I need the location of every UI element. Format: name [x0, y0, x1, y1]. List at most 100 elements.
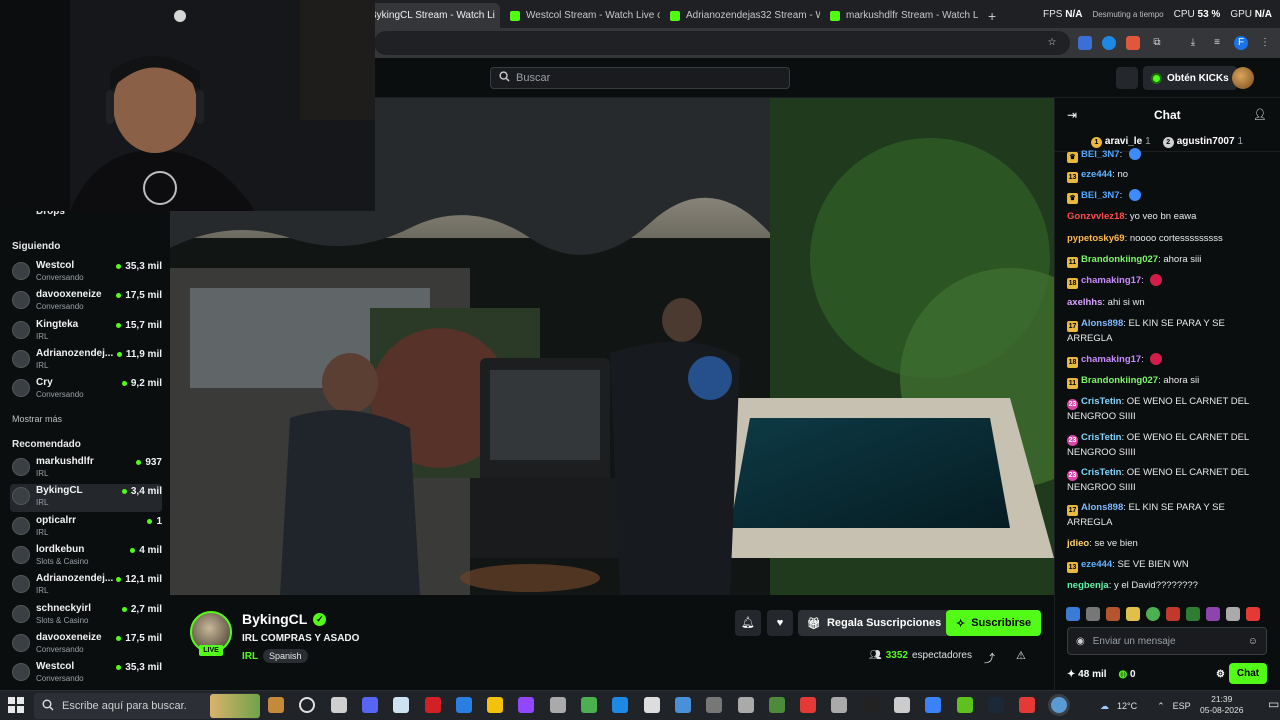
chat-username[interactable]: Brandonkiing027: [1081, 254, 1158, 265]
sidebar-channel-item[interactable]: davooxeneize Conversando 17,5 mil: [10, 631, 162, 659]
app-icon[interactable]: [768, 697, 785, 713]
chat-username[interactable]: BEI_3N7: [1081, 149, 1120, 160]
sidebar-channel-item[interactable]: schneckyirl Slots & Casino 2,7 mil: [10, 602, 162, 630]
chat-username[interactable]: chamaking17: [1081, 354, 1141, 365]
emote-icon[interactable]: [1246, 607, 1260, 621]
chat-username[interactable]: Gonzvvlez18: [1067, 211, 1125, 222]
chrome-icon[interactable]: [1050, 697, 1067, 713]
temperature[interactable]: 12°C: [1117, 701, 1137, 711]
chat-username[interactable]: chamaking17: [1081, 275, 1141, 286]
sidebar-channel-item[interactable]: Adrianozendej... IRL 11,9 mil: [10, 347, 162, 375]
chat-username[interactable]: jdieo: [1067, 538, 1089, 549]
emote-icon[interactable]: [1206, 607, 1220, 621]
app-icon[interactable]: [706, 697, 723, 713]
tiktok-icon[interactable]: [862, 697, 879, 713]
kicks-balance[interactable]: ✦ 48 mil: [1067, 669, 1107, 680]
sidebar-channel-item[interactable]: BykingCL IRL 3,4 mil: [10, 484, 162, 513]
chat-username[interactable]: eze444: [1081, 169, 1112, 180]
twitch-icon[interactable]: [549, 697, 566, 713]
chat-username[interactable]: negbenja: [1067, 580, 1109, 591]
weather-cloud-icon[interactable]: ☁: [1100, 701, 1109, 712]
show-more-link[interactable]: Mostrar más: [12, 414, 62, 424]
user-avatar[interactable]: [1232, 67, 1254, 89]
language-indicator[interactable]: ESP: [1173, 701, 1191, 711]
emote-icon[interactable]: [1106, 607, 1120, 621]
gear-icon[interactable]: [737, 697, 754, 713]
emoji-icon[interactable]: ☺: [1248, 636, 1258, 647]
follow-button[interactable]: ♥: [767, 610, 793, 636]
app-icon[interactable]: [361, 697, 378, 713]
sidebar-channel-item[interactable]: opticalrr IRL 1: [10, 514, 162, 542]
chat-username[interactable]: BEI_3N7: [1081, 190, 1120, 201]
sidebar-channel-item[interactable]: Westcol Conversando 35,3 mil: [10, 259, 162, 287]
chat-username[interactable]: CrisTetin: [1081, 432, 1121, 443]
widgets-icon[interactable]: [330, 697, 347, 713]
sticky-notes-icon[interactable]: [518, 697, 535, 713]
channel-name[interactable]: BykingCL ✓: [242, 611, 327, 627]
file-explorer-icon[interactable]: [268, 697, 284, 713]
browser-tab-westcol[interactable]: Westcol Stream - Watch Live o ✕: [502, 3, 660, 28]
chat-users-icon[interactable]: 👤︎: [1253, 108, 1267, 121]
collapse-chat-icon[interactable]: ⇥: [1067, 108, 1077, 122]
chat-username[interactable]: CrisTetin: [1081, 467, 1121, 478]
app-icon[interactable]: [800, 697, 817, 713]
sidebar-channel-item[interactable]: lordkebun Slots & Casino 4 mil: [10, 543, 162, 571]
copilot-icon[interactable]: [487, 697, 504, 713]
chat-username[interactable]: Alons898: [1081, 502, 1123, 513]
emote-icon[interactable]: [1226, 607, 1240, 621]
chat-username[interactable]: axelhhs: [1067, 297, 1102, 308]
sidebar-channel-item[interactable]: Cry Conversando 9,2 mil: [10, 376, 162, 404]
reading-list-icon[interactable]: ≡: [1210, 36, 1224, 50]
emote-icon[interactable]: [1146, 607, 1160, 621]
chat-send-button[interactable]: Chat: [1229, 663, 1267, 684]
capcut-icon[interactable]: [674, 697, 691, 713]
top-gifter[interactable]: 2 agustin7007 1: [1162, 136, 1243, 148]
app-icon[interactable]: [925, 697, 942, 713]
taskbar-clock[interactable]: 21:39 05-08-2026: [1200, 694, 1243, 716]
browser-tab-bykingcl[interactable]: BykingCL Stream - Watch Li 🔊 ✕: [362, 3, 500, 28]
more-menu-icon[interactable]: ⋮: [1258, 36, 1272, 50]
top-gifter[interactable]: 1 aravi_le 1: [1090, 136, 1151, 148]
notes-icon[interactable]: [424, 697, 441, 713]
emote-icon[interactable]: [1166, 607, 1180, 621]
sidebar-channel-item[interactable]: Westcol Conversando 35,3 mil: [10, 660, 162, 688]
emote-icon[interactable]: [1086, 607, 1100, 621]
report-icon[interactable]: ⚠: [1016, 649, 1026, 662]
app-icon[interactable]: [894, 697, 910, 713]
puzzle-extensions-icon[interactable]: ⧉: [1150, 36, 1164, 50]
chat-username[interactable]: eze444: [1081, 559, 1112, 570]
chat-input[interactable]: ◉ Enviar un mensaje ☺: [1067, 627, 1267, 655]
channel-points[interactable]: ◍ 0: [1119, 669, 1136, 680]
stream-category[interactable]: IRL: [242, 651, 258, 662]
get-kicks-button[interactable]: Obtén KICKs: [1143, 66, 1237, 90]
sidebar-channel-item[interactable]: Adrianozendej... IRL 12,1 mil: [10, 572, 162, 600]
chat-username[interactable]: pypetosky69: [1067, 233, 1125, 244]
chat-username[interactable]: CrisTetin: [1081, 396, 1121, 407]
sidebar-channel-item[interactable]: davooxeneize Conversando 17,5 mil: [10, 288, 162, 316]
emote-icon[interactable]: [1126, 607, 1140, 621]
new-tab-button[interactable]: +: [980, 3, 1000, 28]
share-icon[interactable]: ⤴: [984, 650, 995, 666]
address-bar[interactable]: [374, 31, 1070, 55]
sidebar-channel-item[interactable]: Kingteka IRL 15,7 mil: [10, 318, 162, 346]
notifications-button[interactable]: 🔔︎: [735, 610, 761, 636]
gift-subscriptions-button[interactable]: 🎁︎ Regala Suscripciones: [798, 610, 951, 636]
search-input[interactable]: Buscar: [490, 67, 790, 89]
translate-extension-icon[interactable]: [1078, 36, 1092, 50]
sidebar-channel-item[interactable]: markushdlfr IRL 937: [10, 455, 162, 483]
download-icon[interactable]: ⤓: [1186, 36, 1200, 50]
language-tag[interactable]: Spanish: [263, 649, 308, 663]
chevron-up-icon[interactable]: ⌃: [1157, 701, 1165, 712]
minecraft-icon[interactable]: [956, 697, 973, 713]
opera-icon[interactable]: [455, 697, 472, 713]
chat-username[interactable]: Alons898: [1081, 318, 1123, 329]
browser-tab-markushdlfr[interactable]: markushdlfr Stream - Watch Li ✕: [822, 3, 978, 28]
gear-icon[interactable]: ⚙: [1216, 669, 1225, 680]
profile-icon[interactable]: F: [1234, 36, 1248, 50]
emote-icon[interactable]: [1186, 607, 1200, 621]
steam-icon[interactable]: [987, 697, 1004, 713]
browse-grid-button[interactable]: [1116, 67, 1138, 89]
extension-icon[interactable]: [1102, 36, 1116, 50]
app-icon[interactable]: [612, 697, 629, 713]
app-icon[interactable]: [1019, 697, 1036, 713]
